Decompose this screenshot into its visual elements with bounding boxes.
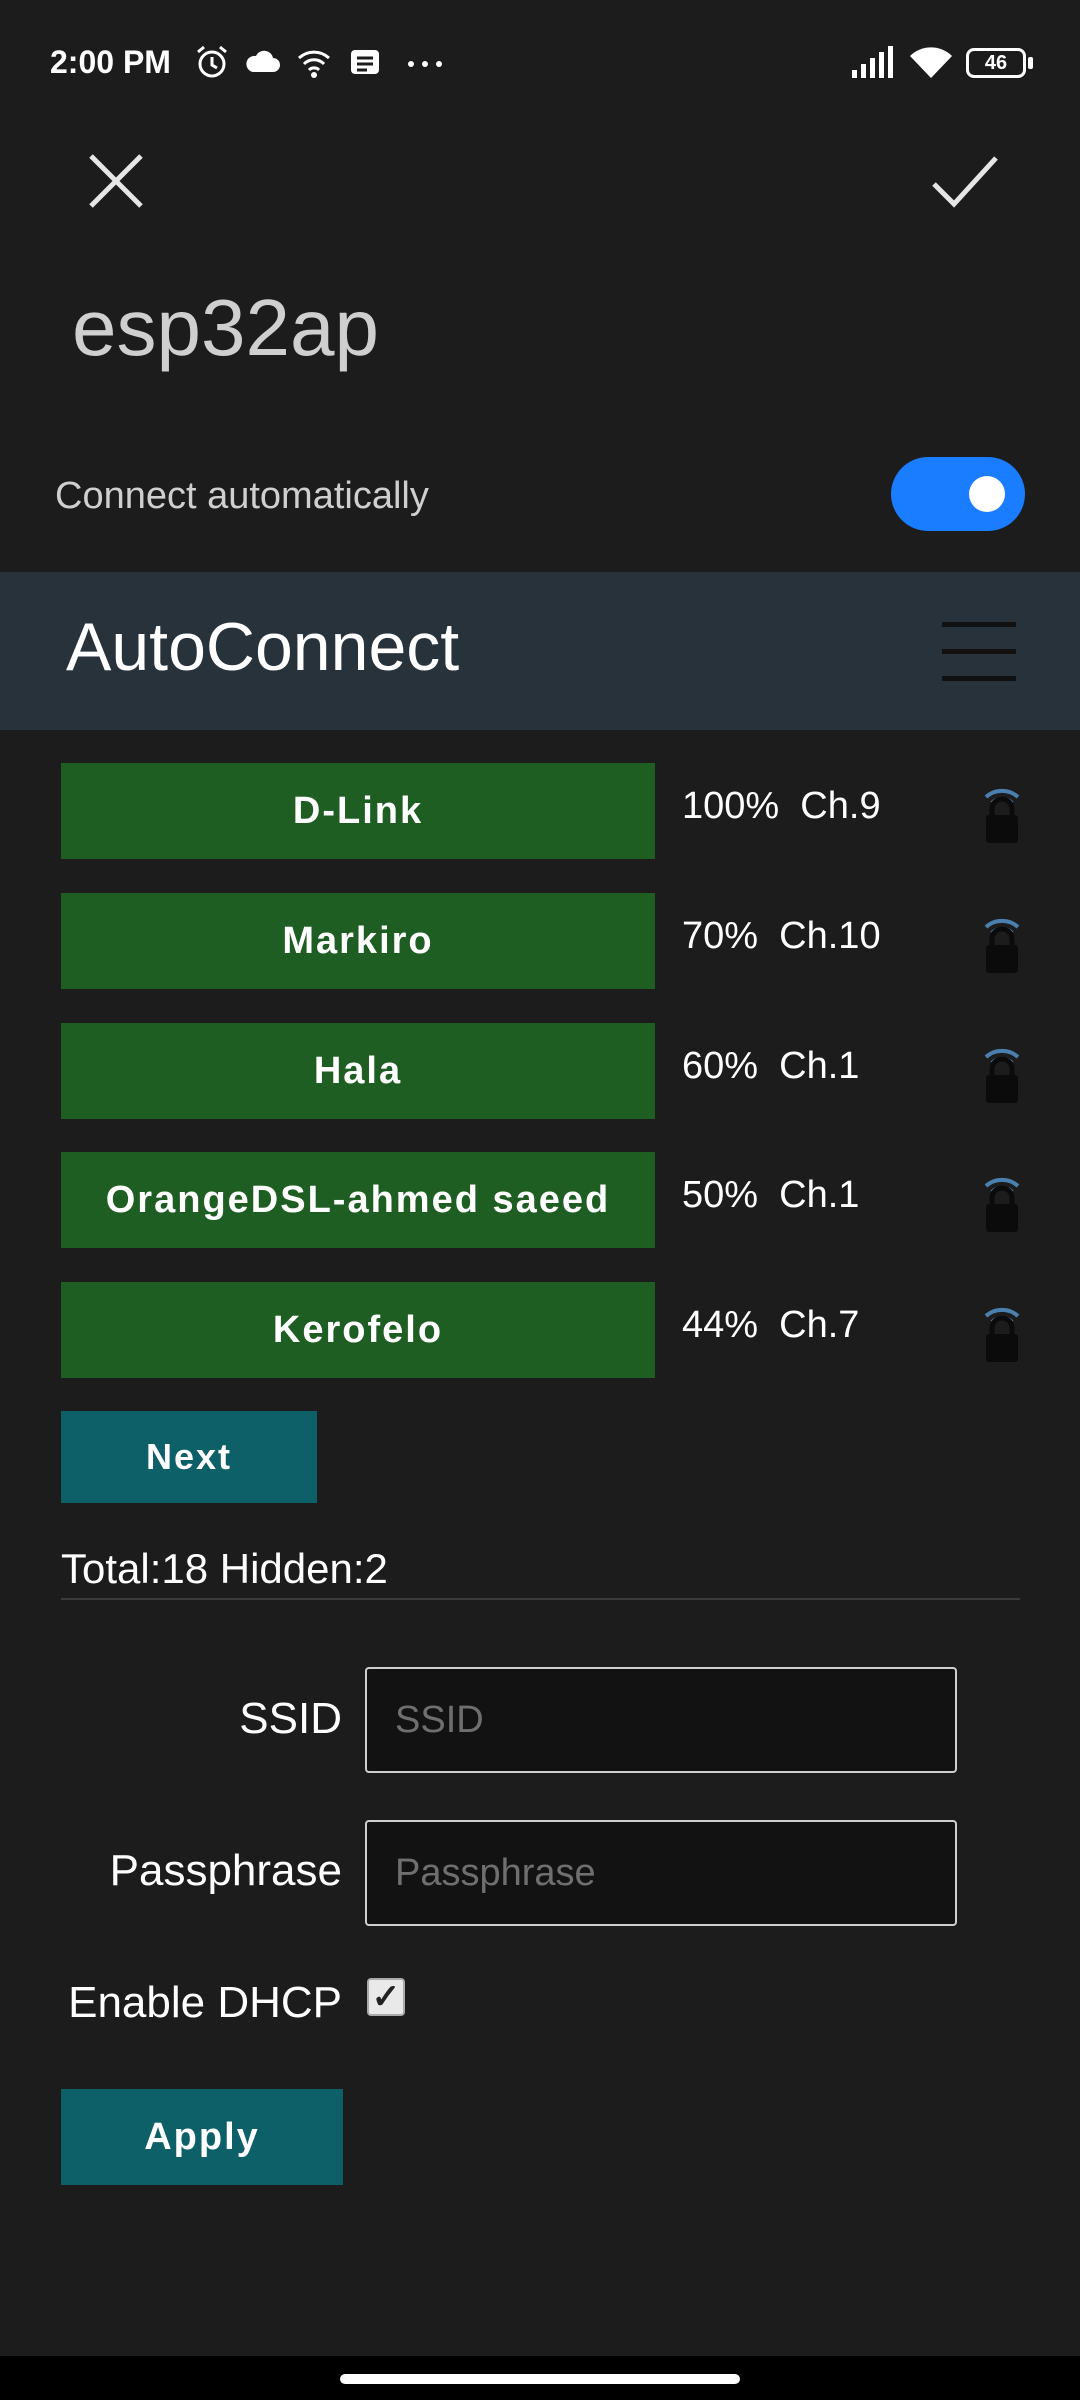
- cloud-icon: [246, 50, 280, 72]
- network-signal-channel: 50% Ch.1: [682, 1174, 860, 1216]
- connect-automatically-toggle[interactable]: [891, 457, 1025, 531]
- autoconnect-title: AutoConnect: [66, 609, 460, 685]
- close-button[interactable]: [85, 150, 147, 212]
- menu-icon[interactable]: [942, 622, 1016, 681]
- passphrase-input[interactable]: [365, 1820, 957, 1926]
- secured-wifi-lock-icon: [984, 1307, 1020, 1362]
- network-signal-channel: 70% Ch.10: [682, 915, 881, 957]
- network-button[interactable]: Hala: [61, 1023, 655, 1119]
- network-signal-channel: 44% Ch.7: [682, 1304, 860, 1346]
- connect-automatically-label: Connect automatically: [55, 475, 429, 517]
- network-button[interactable]: Kerofelo: [61, 1282, 655, 1378]
- confirm-check-button[interactable]: [930, 150, 1000, 212]
- network-row: Markiro 70% Ch.10: [61, 893, 1021, 989]
- enable-dhcp-label: Enable DHCP: [68, 1978, 342, 2027]
- network-total-count: Total:18 Hidden:2: [61, 1545, 388, 1592]
- network-button[interactable]: D-Link: [61, 763, 655, 859]
- battery-level: 46: [984, 52, 1008, 74]
- battery-icon: 46: [966, 48, 1034, 78]
- signal-icon: [852, 46, 893, 78]
- ssid-label: SSID: [239, 1694, 342, 1743]
- passphrase-label: Passphrase: [109, 1846, 342, 1895]
- network-row: D-Link 100% Ch.9: [61, 763, 1021, 859]
- network-row: Kerofelo 44% Ch.7: [61, 1282, 1021, 1378]
- ssid-input[interactable]: [365, 1667, 957, 1773]
- enable-dhcp-checkbox[interactable]: ✓: [367, 1978, 405, 2016]
- secured-wifi-lock-icon: [984, 918, 1020, 973]
- network-button[interactable]: OrangeDSL-ahmed saeed: [61, 1152, 655, 1248]
- next-button[interactable]: Next: [61, 1411, 317, 1503]
- network-button[interactable]: Markiro: [61, 893, 655, 989]
- network-signal-channel: 60% Ch.1: [682, 1045, 860, 1087]
- secured-wifi-lock-icon: [984, 1177, 1020, 1232]
- secured-wifi-lock-icon: [984, 788, 1020, 843]
- divider: [61, 1598, 1020, 1600]
- network-signal-channel: 100% Ch.9: [682, 785, 881, 827]
- alarm-icon: [197, 45, 227, 78]
- secured-wifi-lock-icon: [984, 1048, 1020, 1103]
- apply-button[interactable]: Apply: [61, 2089, 343, 2185]
- toggle-knob: [969, 476, 1005, 512]
- status-time: 2:00 PM: [50, 44, 171, 80]
- wifi-hotspot-icon: [297, 50, 331, 78]
- wifi-icon: [910, 47, 952, 78]
- network-row: Hala 60% Ch.1: [61, 1023, 1021, 1119]
- page-title: esp32ap: [72, 283, 379, 372]
- home-indicator[interactable]: [340, 2374, 740, 2384]
- more-icon: [408, 61, 442, 67]
- notification-icon: [351, 50, 379, 74]
- autoconnect-header: AutoConnect: [0, 572, 1080, 730]
- network-row: OrangeDSL-ahmed saeed 50% Ch.1: [61, 1152, 1021, 1248]
